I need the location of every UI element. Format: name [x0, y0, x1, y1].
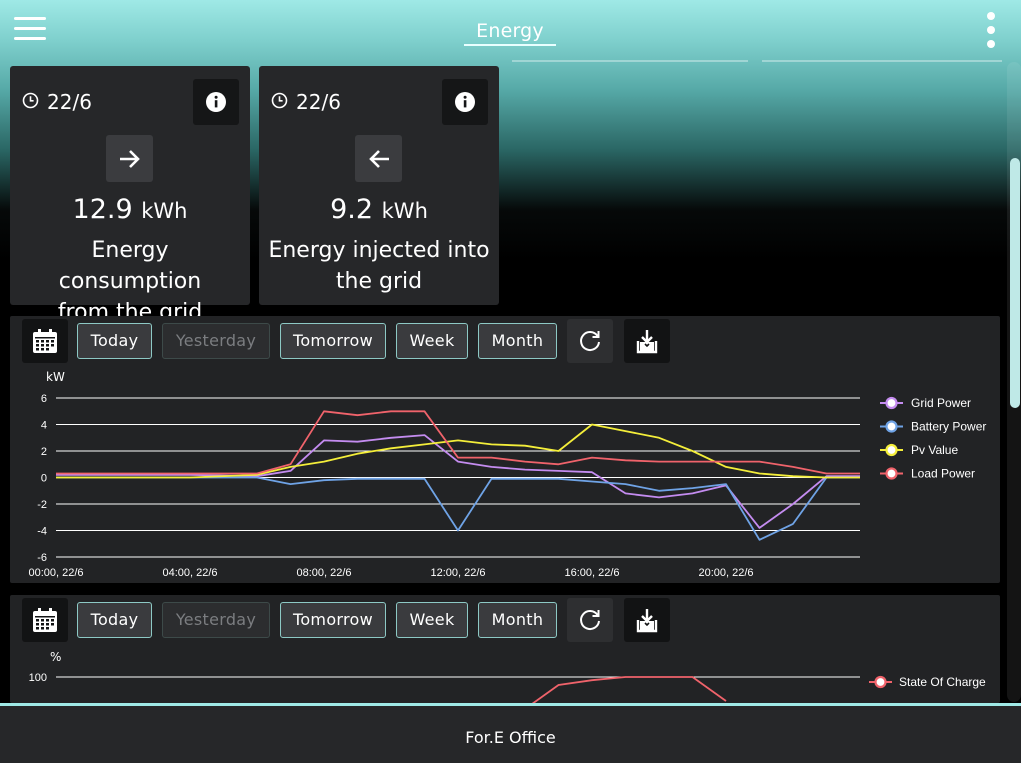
clock-icon: [22, 92, 39, 109]
x-tick-label: 08:00, 22/6: [296, 567, 351, 579]
x-tick-label: 00:00, 22/6: [28, 567, 83, 579]
card-label-line: Energy injected into: [268, 238, 490, 263]
footer-text: For.E Office: [465, 728, 556, 747]
info-icon: [206, 92, 226, 112]
arrow-right-button[interactable]: [106, 135, 153, 182]
card-date: 22/6: [296, 90, 341, 114]
card-label-line: Energy consumption: [58, 238, 202, 294]
card-label-line: the grid: [335, 269, 423, 294]
power-chart: 6 4 2 0 -2 -4 -6 00:00, 22/6 04:00, 22/6 08:00, 2…: [28, 393, 986, 579]
more-options-icon[interactable]: [984, 12, 998, 48]
page-title-tab[interactable]: Energy: [464, 16, 556, 46]
legend-marker: [874, 675, 887, 689]
legend-marker: [885, 420, 898, 433]
soc-chart: 100 State Of Charge: [29, 672, 986, 703]
value-unit: kWh: [381, 199, 428, 223]
arrow-left-button[interactable]: [355, 135, 402, 182]
arrow-left-icon: [368, 149, 389, 168]
soc-line: [531, 676, 727, 703]
hamburger-menu-icon[interactable]: [14, 16, 46, 42]
grid-injection-card: 22/6 9.2 kWh Energy injected into the gr…: [259, 66, 499, 305]
clock-icon: [271, 92, 288, 109]
value-number: 9.2: [330, 194, 374, 225]
y-tick-label: 4: [41, 420, 47, 432]
energy-value: 12.9 kWh: [10, 194, 250, 225]
energy-value: 9.2 kWh: [259, 194, 499, 225]
arrow-right-icon: [119, 149, 140, 168]
legend-marker: [885, 443, 898, 457]
value-number: 12.9: [72, 194, 133, 225]
info-button[interactable]: [442, 79, 488, 125]
scrollbar-thumb[interactable]: [1010, 158, 1020, 408]
divider: [512, 60, 748, 62]
y-tick-label: 6: [41, 393, 47, 405]
y-tick-label: -2: [37, 499, 47, 511]
top-bar: Energy: [0, 0, 1021, 60]
legend-marker: [885, 467, 898, 480]
y-tick-label: -4: [37, 526, 47, 538]
legend-item[interactable]: Load Power: [880, 467, 975, 481]
grid-consumption-card: 22/6 12.9 kWh Energy consumption from th…: [10, 66, 250, 325]
legend-label: Pv Value: [911, 443, 958, 457]
series-line-3: [56, 410, 860, 475]
card-label: Energy injected into the grid: [267, 235, 491, 297]
y-tick-label: -6: [37, 552, 47, 564]
legend-item[interactable]: State Of Charge: [869, 675, 986, 689]
legend-item[interactable]: Grid Power: [880, 396, 971, 410]
legend-marker: [885, 396, 898, 410]
legend-label: State Of Charge: [899, 675, 986, 689]
x-tick-label: 04:00, 22/6: [162, 567, 217, 579]
y-tick-label: 0: [41, 473, 47, 485]
y-tick-label: 100: [29, 672, 47, 684]
footer: For.E Office: [0, 703, 1021, 763]
info-button[interactable]: [193, 79, 239, 125]
legend-label: Grid Power: [911, 396, 971, 410]
legend-item[interactable]: Battery Power: [880, 420, 986, 434]
info-icon: [455, 92, 475, 112]
card-date: 22/6: [47, 90, 92, 114]
x-tick-label: 20:00, 22/6: [698, 567, 753, 579]
power-chart-panel: Today Yesterday Tomorrow Week Month kW 6…: [10, 316, 1000, 583]
legend-label: Load Power: [911, 467, 975, 481]
series-line-0: [56, 434, 860, 529]
divider: [762, 60, 1002, 62]
legend-label: Battery Power: [911, 420, 986, 434]
legend-item[interactable]: Pv Value: [880, 443, 958, 457]
card-label: Energy consumption from the grid: [18, 235, 242, 328]
y-tick-label: 2: [41, 446, 47, 458]
x-tick-label: 16:00, 22/6: [564, 567, 619, 579]
value-unit: kWh: [141, 199, 188, 223]
x-tick-label: 12:00, 22/6: [430, 567, 485, 579]
soc-chart-panel: Today Yesterday Tomorrow Week Month % 10…: [10, 595, 1000, 703]
